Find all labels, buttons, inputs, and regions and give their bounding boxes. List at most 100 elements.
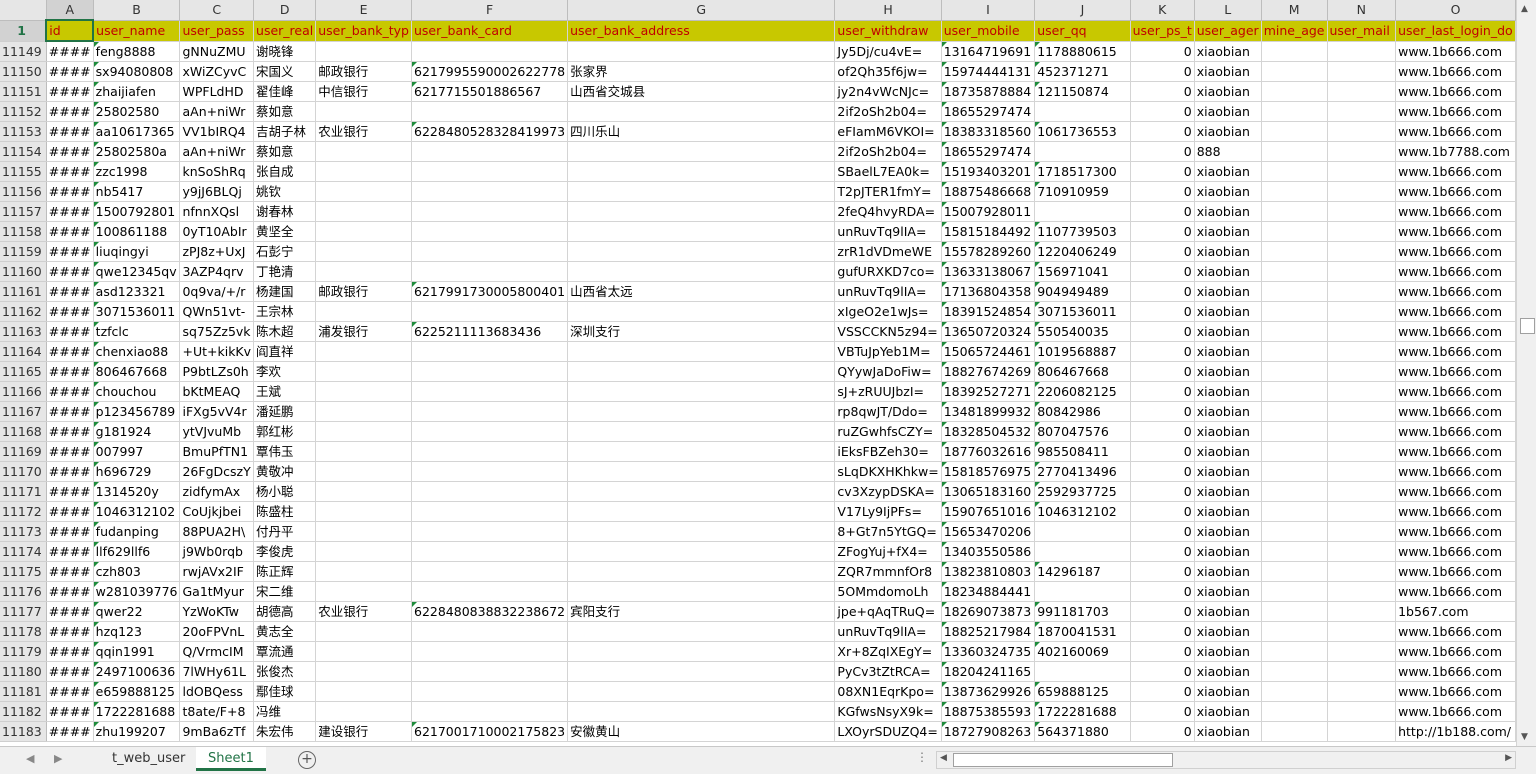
cell-id[interactable]: #### — [46, 561, 94, 582]
cell-user-ager[interactable]: xiaobian — [1194, 421, 1262, 442]
cell-user-bank-typ[interactable] — [315, 461, 412, 482]
cell-user-qq[interactable]: 2592937725 — [1034, 481, 1131, 502]
row-number[interactable]: 11162 — [0, 301, 47, 322]
cell-user-bank-address[interactable] — [567, 521, 836, 542]
cell-user-mail[interactable] — [1327, 341, 1397, 362]
cell-user-name[interactable]: 25802580a — [93, 141, 181, 162]
cell-user-bank-typ[interactable]: 浦发银行 — [315, 321, 412, 342]
cell-user-ager[interactable]: xiaobian — [1194, 641, 1262, 662]
row-number[interactable]: 11179 — [0, 641, 47, 662]
cell-user-name[interactable]: qwe12345qv — [93, 261, 181, 282]
cell-user-bank-card[interactable] — [411, 341, 569, 362]
cell-id[interactable]: #### — [46, 201, 94, 222]
cell-user-pass[interactable]: knSoShRq — [179, 161, 255, 182]
cell-user-withdraw[interactable]: VSSCCKN5z94= — [834, 321, 942, 342]
cell-user-bank-typ[interactable] — [315, 201, 412, 222]
cell-user-pass[interactable]: WPFLdHD — [179, 81, 255, 102]
cell-user-mobile[interactable]: 18776032616 — [941, 441, 1036, 462]
cell-user-last-login-do[interactable]: www.1b666.com — [1395, 101, 1516, 122]
cell-user-last-login-do[interactable]: www.1b666.com — [1395, 701, 1516, 722]
cell-user-ager[interactable]: xiaobian — [1194, 381, 1262, 402]
cell-user-mobile[interactable]: 13403550586 — [941, 541, 1036, 562]
cell-user-bank-card[interactable] — [411, 441, 569, 462]
cell-user-pass[interactable]: xWiZCyvC — [179, 61, 255, 82]
cell-user-bank-card[interactable] — [411, 701, 569, 722]
cell-user-real[interactable]: 陈正辉 — [253, 561, 317, 582]
cell-user-withdraw[interactable]: unRuvTq9lIA= — [834, 281, 942, 302]
cell-user-pass[interactable]: 3AZP4qrv — [179, 261, 255, 282]
cell-user-ager[interactable]: xiaobian — [1194, 281, 1262, 302]
cell-user-withdraw[interactable]: ZQR7mmnfOr8 — [834, 561, 942, 582]
cell-user-ps-t[interactable]: 0 — [1130, 421, 1195, 442]
cell-user-ager[interactable]: xiaobian — [1194, 481, 1262, 502]
cell-user-bank-address[interactable] — [567, 341, 836, 362]
cell-user-mail[interactable] — [1327, 41, 1397, 62]
cell-user-bank-address[interactable] — [567, 401, 836, 422]
cell-user-bank-address[interactable] — [567, 541, 836, 562]
cell-user-pass[interactable]: nfnnXQsl — [179, 201, 255, 222]
cell-user-last-login-do[interactable]: www.1b666.com — [1395, 301, 1516, 322]
cell-user-bank-card[interactable] — [411, 181, 569, 202]
row-number[interactable]: 11163 — [0, 321, 47, 342]
cell-user-bank-typ[interactable] — [315, 181, 412, 202]
right-arrow-icon[interactable]: ▶ — [54, 752, 62, 765]
cell-mine-age[interactable] — [1261, 461, 1328, 482]
cell-user-ager[interactable]: xiaobian — [1194, 261, 1262, 282]
cell-user-ps-t[interactable]: 0 — [1130, 221, 1195, 242]
cell-id[interactable]: #### — [46, 581, 94, 602]
vertical-scroll-thumb[interactable] — [1520, 318, 1535, 334]
cell-user-ager[interactable]: 888 — [1194, 141, 1262, 162]
cell-user-real[interactable]: 姚钦 — [253, 181, 317, 202]
cell-user-qq[interactable] — [1034, 201, 1131, 222]
cell-user-ps-t[interactable]: 0 — [1130, 621, 1195, 642]
cell-user-ps-t[interactable]: 0 — [1130, 441, 1195, 462]
cell-user-mobile[interactable]: 18269073873 — [941, 601, 1036, 622]
cell-user-real[interactable]: 李欢 — [253, 361, 317, 382]
row-number[interactable]: 11173 — [0, 521, 47, 542]
cell-user-ps-t[interactable]: 0 — [1130, 561, 1195, 582]
header-cell-user-bank-address[interactable]: user_bank_address — [567, 20, 836, 42]
cell-user-ps-t[interactable]: 0 — [1130, 301, 1195, 322]
horizontal-scrollbar[interactable]: ◀ ▶ — [936, 751, 1516, 769]
cell-user-bank-typ[interactable]: 建设银行 — [315, 721, 412, 742]
cell-user-bank-typ[interactable] — [315, 541, 412, 562]
cell-user-name[interactable]: nb5417 — [93, 181, 181, 202]
cell-user-qq[interactable] — [1034, 521, 1131, 542]
cell-user-qq[interactable]: 121150874 — [1034, 81, 1131, 102]
cell-user-real[interactable]: 翟佳峰 — [253, 81, 317, 102]
row-number[interactable]: 11161 — [0, 281, 47, 302]
cell-user-bank-card[interactable] — [411, 481, 569, 502]
cell-id[interactable]: #### — [46, 681, 94, 702]
cell-user-bank-card[interactable] — [411, 261, 569, 282]
cell-mine-age[interactable] — [1261, 241, 1328, 262]
cell-user-name[interactable]: 25802580 — [93, 101, 181, 122]
cell-user-mail[interactable] — [1327, 501, 1397, 522]
header-cell-user-name[interactable]: user_name — [93, 20, 181, 42]
cell-user-mobile[interactable]: 18204241165 — [941, 661, 1036, 682]
cell-user-pass[interactable]: bKtMEAQ — [179, 381, 255, 402]
scroll-up-icon[interactable]: ▲ — [1521, 4, 1528, 14]
cell-user-withdraw[interactable]: zrR1dVDmeWE — [834, 241, 942, 262]
cell-user-mail[interactable] — [1327, 181, 1397, 202]
cell-user-bank-typ[interactable] — [315, 661, 412, 682]
cell-id[interactable]: #### — [46, 401, 94, 422]
cell-user-withdraw[interactable]: rp8qwJT/Ddo= — [834, 401, 942, 422]
cell-user-name[interactable]: 007997 — [93, 441, 181, 462]
cell-user-bank-address[interactable] — [567, 461, 836, 482]
cell-user-ager[interactable]: xiaobian — [1194, 681, 1262, 702]
cell-user-last-login-do[interactable]: www.1b666.com — [1395, 381, 1516, 402]
cell-user-bank-address[interactable] — [567, 621, 836, 642]
cell-user-real[interactable]: 潘延鹏 — [253, 401, 317, 422]
cell-user-mail[interactable] — [1327, 201, 1397, 222]
cell-user-last-login-do[interactable]: www.1b666.com — [1395, 401, 1516, 422]
cell-user-ager[interactable]: xiaobian — [1194, 581, 1262, 602]
plus-circle-icon[interactable]: + — [298, 751, 316, 769]
cell-user-qq[interactable]: 904949489 — [1034, 281, 1131, 302]
cell-id[interactable]: #### — [46, 101, 94, 122]
cell-user-bank-typ[interactable] — [315, 101, 412, 122]
cell-user-bank-card[interactable] — [411, 541, 569, 562]
cell-user-bank-typ[interactable] — [315, 441, 412, 462]
cell-user-name[interactable]: w281039776 — [93, 581, 181, 602]
spreadsheet-grid[interactable]: A B C D E F G H I J K L M N O 1 id user_name user_pass user… — [0, 0, 1516, 746]
cell-user-mail[interactable] — [1327, 221, 1397, 242]
